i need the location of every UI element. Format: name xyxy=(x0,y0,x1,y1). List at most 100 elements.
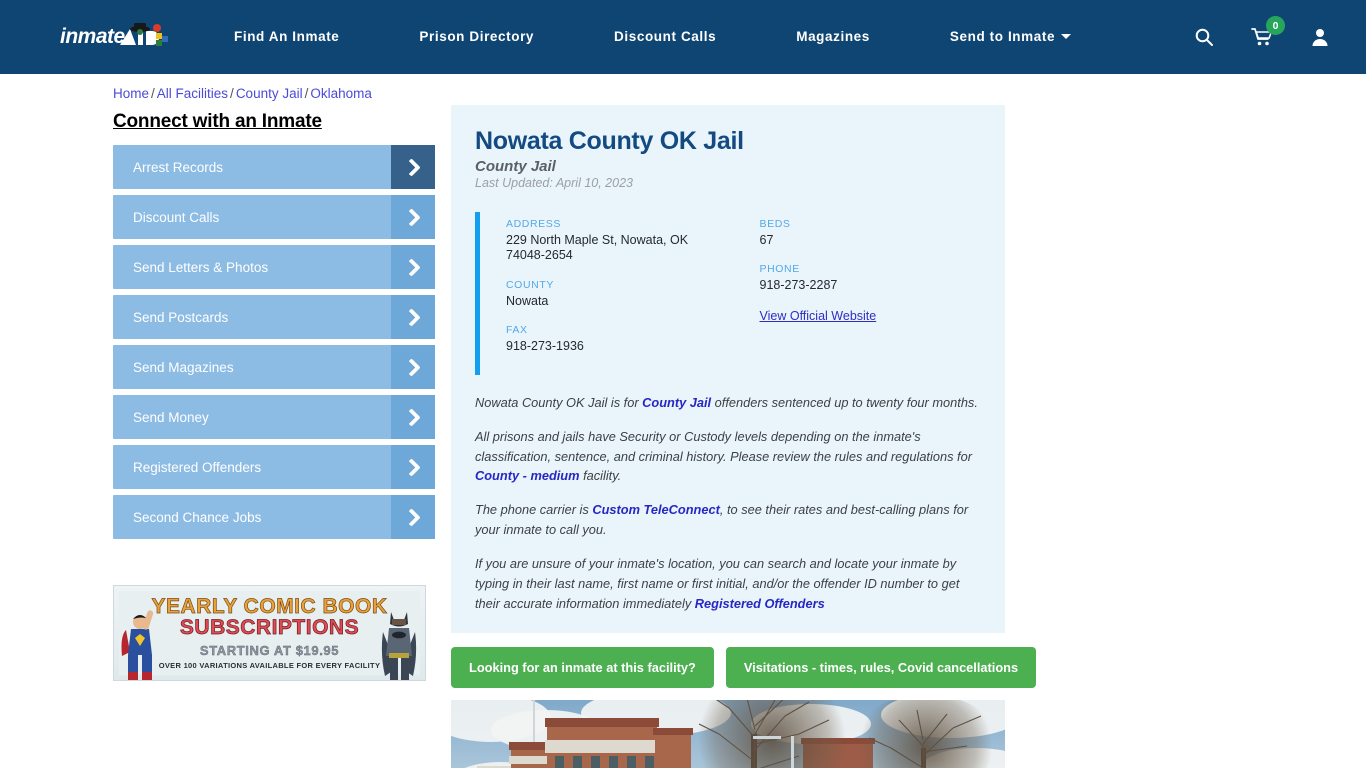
inmate-search-button[interactable]: Looking for an inmate at this facility? xyxy=(451,647,714,689)
info-label: FAX xyxy=(506,323,528,336)
info-item-address: ADDRESS 229 North Maple St, Nowata, OK 7… xyxy=(506,218,744,264)
site-logo[interactable]: inmate xyxy=(60,15,178,59)
primary-nav: Find An Inmate Prison Directory Discount… xyxy=(234,28,1192,46)
user-icon[interactable] xyxy=(1308,25,1332,49)
breadcrumb-item-home[interactable]: Home xyxy=(113,86,149,101)
info-item-website: View Official Website xyxy=(760,309,982,324)
info-value-county: Nowata xyxy=(506,293,549,308)
breadcrumb-item-oklahoma[interactable]: Oklahoma xyxy=(310,86,372,101)
sidebar-item-second-chance-jobs[interactable]: Second Chance Jobs xyxy=(113,495,435,539)
nav-label: Prison Directory xyxy=(419,29,535,44)
ad-subtext: OVER 100 VARIATIONS AVAILABLE FOR EVERY … xyxy=(158,660,381,670)
description-paragraph-3: The phone carrier is Custom TeleConnect,… xyxy=(475,500,981,540)
chevron-right-icon xyxy=(391,245,435,289)
sidebar-item-send-letters-photos[interactable]: Send Letters & Photos xyxy=(113,245,435,289)
link-county-jail[interactable]: County Jail xyxy=(642,395,711,410)
chevron-down-icon xyxy=(1061,34,1072,40)
p2-text-b: facility. xyxy=(579,468,622,484)
official-website-link[interactable]: View Official Website xyxy=(760,309,877,323)
superman-figure-icon xyxy=(121,610,154,680)
nav-label: Discount Calls xyxy=(614,29,717,44)
sidebar-item-send-money[interactable]: Send Money xyxy=(113,395,435,439)
info-item-beds: BEDS 67 xyxy=(760,218,982,248)
chevron-right-icon xyxy=(391,145,435,189)
sidebar-item-send-magazines[interactable]: Send Magazines xyxy=(113,345,435,389)
chevron-right-icon xyxy=(391,295,435,339)
comic-subscription-ad-banner[interactable]: YEARLY COMIC BOOK SUBSCRIPTIONS STARTING… xyxy=(113,585,426,681)
facility-type: County Jail xyxy=(475,158,556,175)
sidebar-item-registered-offenders[interactable]: Registered Offenders xyxy=(113,445,435,489)
breadcrumb-item-all-facilities[interactable]: All Facilities xyxy=(157,86,228,101)
nav-label: Find An Inmate xyxy=(234,29,340,44)
nav-label: Magazines xyxy=(796,29,870,44)
official-website-link-wrapper: View Official Website xyxy=(760,309,970,324)
facility-info-column-left: ADDRESS 229 North Maple St, Nowata, OK 7… xyxy=(506,218,744,369)
facility-description: Nowata County OK Jail is for County Jail… xyxy=(451,393,1005,618)
sidebar-item-label: Send Magazines xyxy=(133,359,234,375)
facility-info-block: ADDRESS 229 North Maple St, Nowata, OK 7… xyxy=(475,212,981,375)
info-item-county: COUNTY Nowata xyxy=(506,279,744,309)
nav-icon-group: 0 xyxy=(1192,16,1342,49)
page-title: Nowata County OK Jail xyxy=(475,127,744,155)
visitation-info-button[interactable]: Visitations - times, rules, Covid cancel… xyxy=(725,647,1037,689)
info-value-address: 229 North Maple St, Nowata, OK 74048-265… xyxy=(506,233,689,263)
description-paragraph-4: If you are unsure of your inmate's locat… xyxy=(475,554,981,613)
info-label: BEDS xyxy=(759,218,791,230)
cart-icon[interactable]: 0 xyxy=(1250,16,1285,49)
sidebar-item-arrest-records[interactable]: Arrest Records xyxy=(113,145,435,189)
batman-figure-icon xyxy=(381,612,417,680)
info-value-beds: 67 xyxy=(759,233,774,247)
info-value-phone: 918-273-2287 xyxy=(759,278,838,293)
facility-info-column-right: BEDS 67 PHONE 918-273-2287 View Official… xyxy=(744,218,982,369)
page-body: Home / All Facilities / County Jail / Oklahoma… xyxy=(0,74,1366,768)
info-label: COUNTY xyxy=(506,278,554,291)
breadcrumb-separator: / xyxy=(230,86,234,101)
nav-item-find-an-inmate[interactable]: Find An Inmate xyxy=(234,28,379,46)
p2-text-a: All prisons and jails have Security or C… xyxy=(475,428,972,464)
sidebar-title: Connect with an Inmate xyxy=(113,111,322,132)
sidebar: Connect with an Inmate Arrest Records Di… xyxy=(113,105,435,768)
sidebar-item-discount-calls[interactable]: Discount Calls xyxy=(113,195,435,239)
ad-headline-2: SUBSCRIPTIONS xyxy=(179,616,360,640)
sidebar-item-label: Send Postcards xyxy=(133,309,229,325)
tree-branches xyxy=(698,700,830,768)
sidebar-item-label: Send Money xyxy=(133,409,209,425)
link-custom-teleconnect[interactable]: Custom TeleConnect xyxy=(592,502,720,517)
cart-count-badge: 0 xyxy=(1266,16,1285,35)
chevron-right-icon xyxy=(391,445,435,489)
search-icon[interactable] xyxy=(1192,25,1216,49)
info-value-fax: 918-273-1936 xyxy=(506,338,584,353)
nav-item-send-to-inmate[interactable]: Send to Inmate xyxy=(910,28,1111,46)
sidebar-item-label: Discount Calls xyxy=(133,209,220,225)
ad-price-line: STARTING AT $19.95 xyxy=(199,642,340,658)
link-registered-offenders[interactable]: Registered Offenders xyxy=(695,596,825,611)
sidebar-item-send-postcards[interactable]: Send Postcards xyxy=(113,295,435,339)
breadcrumb-item-county-jail[interactable]: County Jail xyxy=(236,86,303,101)
breadcrumb-separator: / xyxy=(151,86,155,101)
link-county-medium[interactable]: County - medium xyxy=(475,468,580,483)
ad-content: YEARLY COMIC BOOK SUBSCRIPTIONS STARTING… xyxy=(119,591,420,675)
breadcrumb: Home / All Facilities / County Jail / Oklahoma xyxy=(0,74,1366,105)
facility-photo xyxy=(451,700,1005,768)
chevron-right-icon xyxy=(391,495,435,539)
sidebar-item-label: Registered Offenders xyxy=(133,459,262,475)
logo-wordmark: inmate xyxy=(60,25,125,48)
last-updated-text: Last Updated: April 10, 2023 xyxy=(475,176,633,190)
description-paragraph-1: Nowata County OK Jail is for County Jail… xyxy=(475,393,981,413)
nav-item-discount-calls[interactable]: Discount Calls xyxy=(574,28,756,46)
ad-headline-1: YEARLY COMIC BOOK xyxy=(151,595,388,619)
nav-item-magazines[interactable]: Magazines xyxy=(756,28,910,46)
sidebar-item-label: Send Letters & Photos xyxy=(133,259,269,275)
p3-text-a: The phone carrier is xyxy=(475,502,593,518)
main-panel: Nowata County OK Jail County Jail Last U… xyxy=(451,105,1037,768)
info-item-phone: PHONE 918-273-2287 xyxy=(760,263,982,293)
description-paragraph-2: All prisons and jails have Security or C… xyxy=(475,427,981,486)
nav-item-prison-directory[interactable]: Prison Directory xyxy=(379,28,574,46)
chevron-right-icon xyxy=(391,395,435,439)
info-item-fax: FAX 918-273-1936 xyxy=(506,324,744,354)
chevron-right-icon xyxy=(391,345,435,389)
chevron-right-icon xyxy=(391,195,435,239)
content-area: Connect with an Inmate Arrest Records Di… xyxy=(0,105,1366,768)
tree-branches-right xyxy=(868,710,982,768)
facility-header-card: Nowata County OK Jail County Jail Last U… xyxy=(451,105,1005,393)
